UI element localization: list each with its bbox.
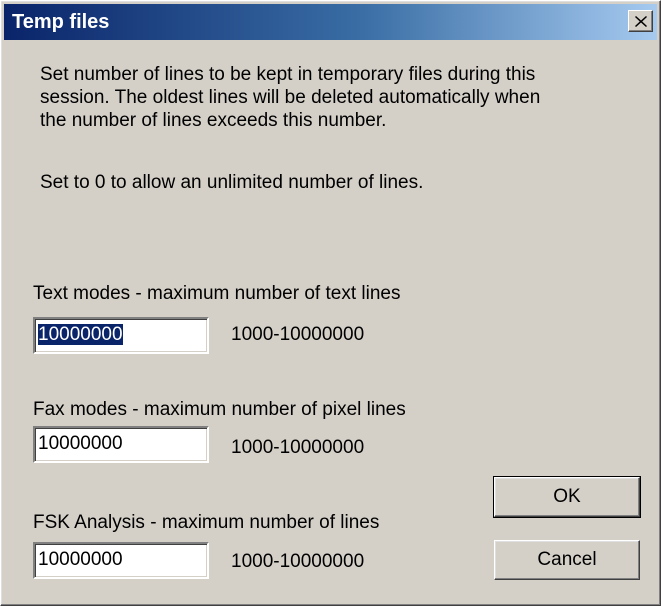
window-title: Temp files: [12, 11, 110, 33]
fax-modes-input[interactable]: 10000000: [33, 426, 209, 463]
title-bar[interactable]: Temp files: [4, 4, 657, 40]
description-text: Set number of lines to be kept in tempor…: [40, 64, 541, 131]
text-modes-label: Text modes - maximum number of text line…: [33, 283, 401, 304]
unlimited-hint-text: Set to 0 to allow an unlimited number of…: [40, 172, 424, 193]
close-icon: [635, 16, 647, 27]
fsk-analysis-label: FSK Analysis - maximum number of lines: [33, 512, 380, 533]
ok-button[interactable]: OK: [493, 476, 641, 518]
cancel-button[interactable]: Cancel: [494, 540, 640, 580]
text-modes-input-value: 10000000: [38, 324, 123, 345]
close-button[interactable]: [628, 10, 653, 32]
fax-modes-label: Fax modes - maximum number of pixel line…: [33, 399, 406, 420]
fsk-analysis-range: 1000-10000000: [231, 551, 365, 572]
fsk-analysis-input[interactable]: 10000000: [33, 542, 209, 579]
fsk-analysis-input-value: 10000000: [38, 549, 123, 570]
temp-files-dialog: Temp files Set number of lines to be kep…: [0, 0, 661, 606]
text-modes-range: 1000-10000000: [231, 324, 365, 345]
fax-modes-input-value: 10000000: [38, 433, 123, 454]
text-modes-input[interactable]: 10000000: [33, 317, 209, 354]
fax-modes-range: 1000-10000000: [231, 437, 365, 458]
